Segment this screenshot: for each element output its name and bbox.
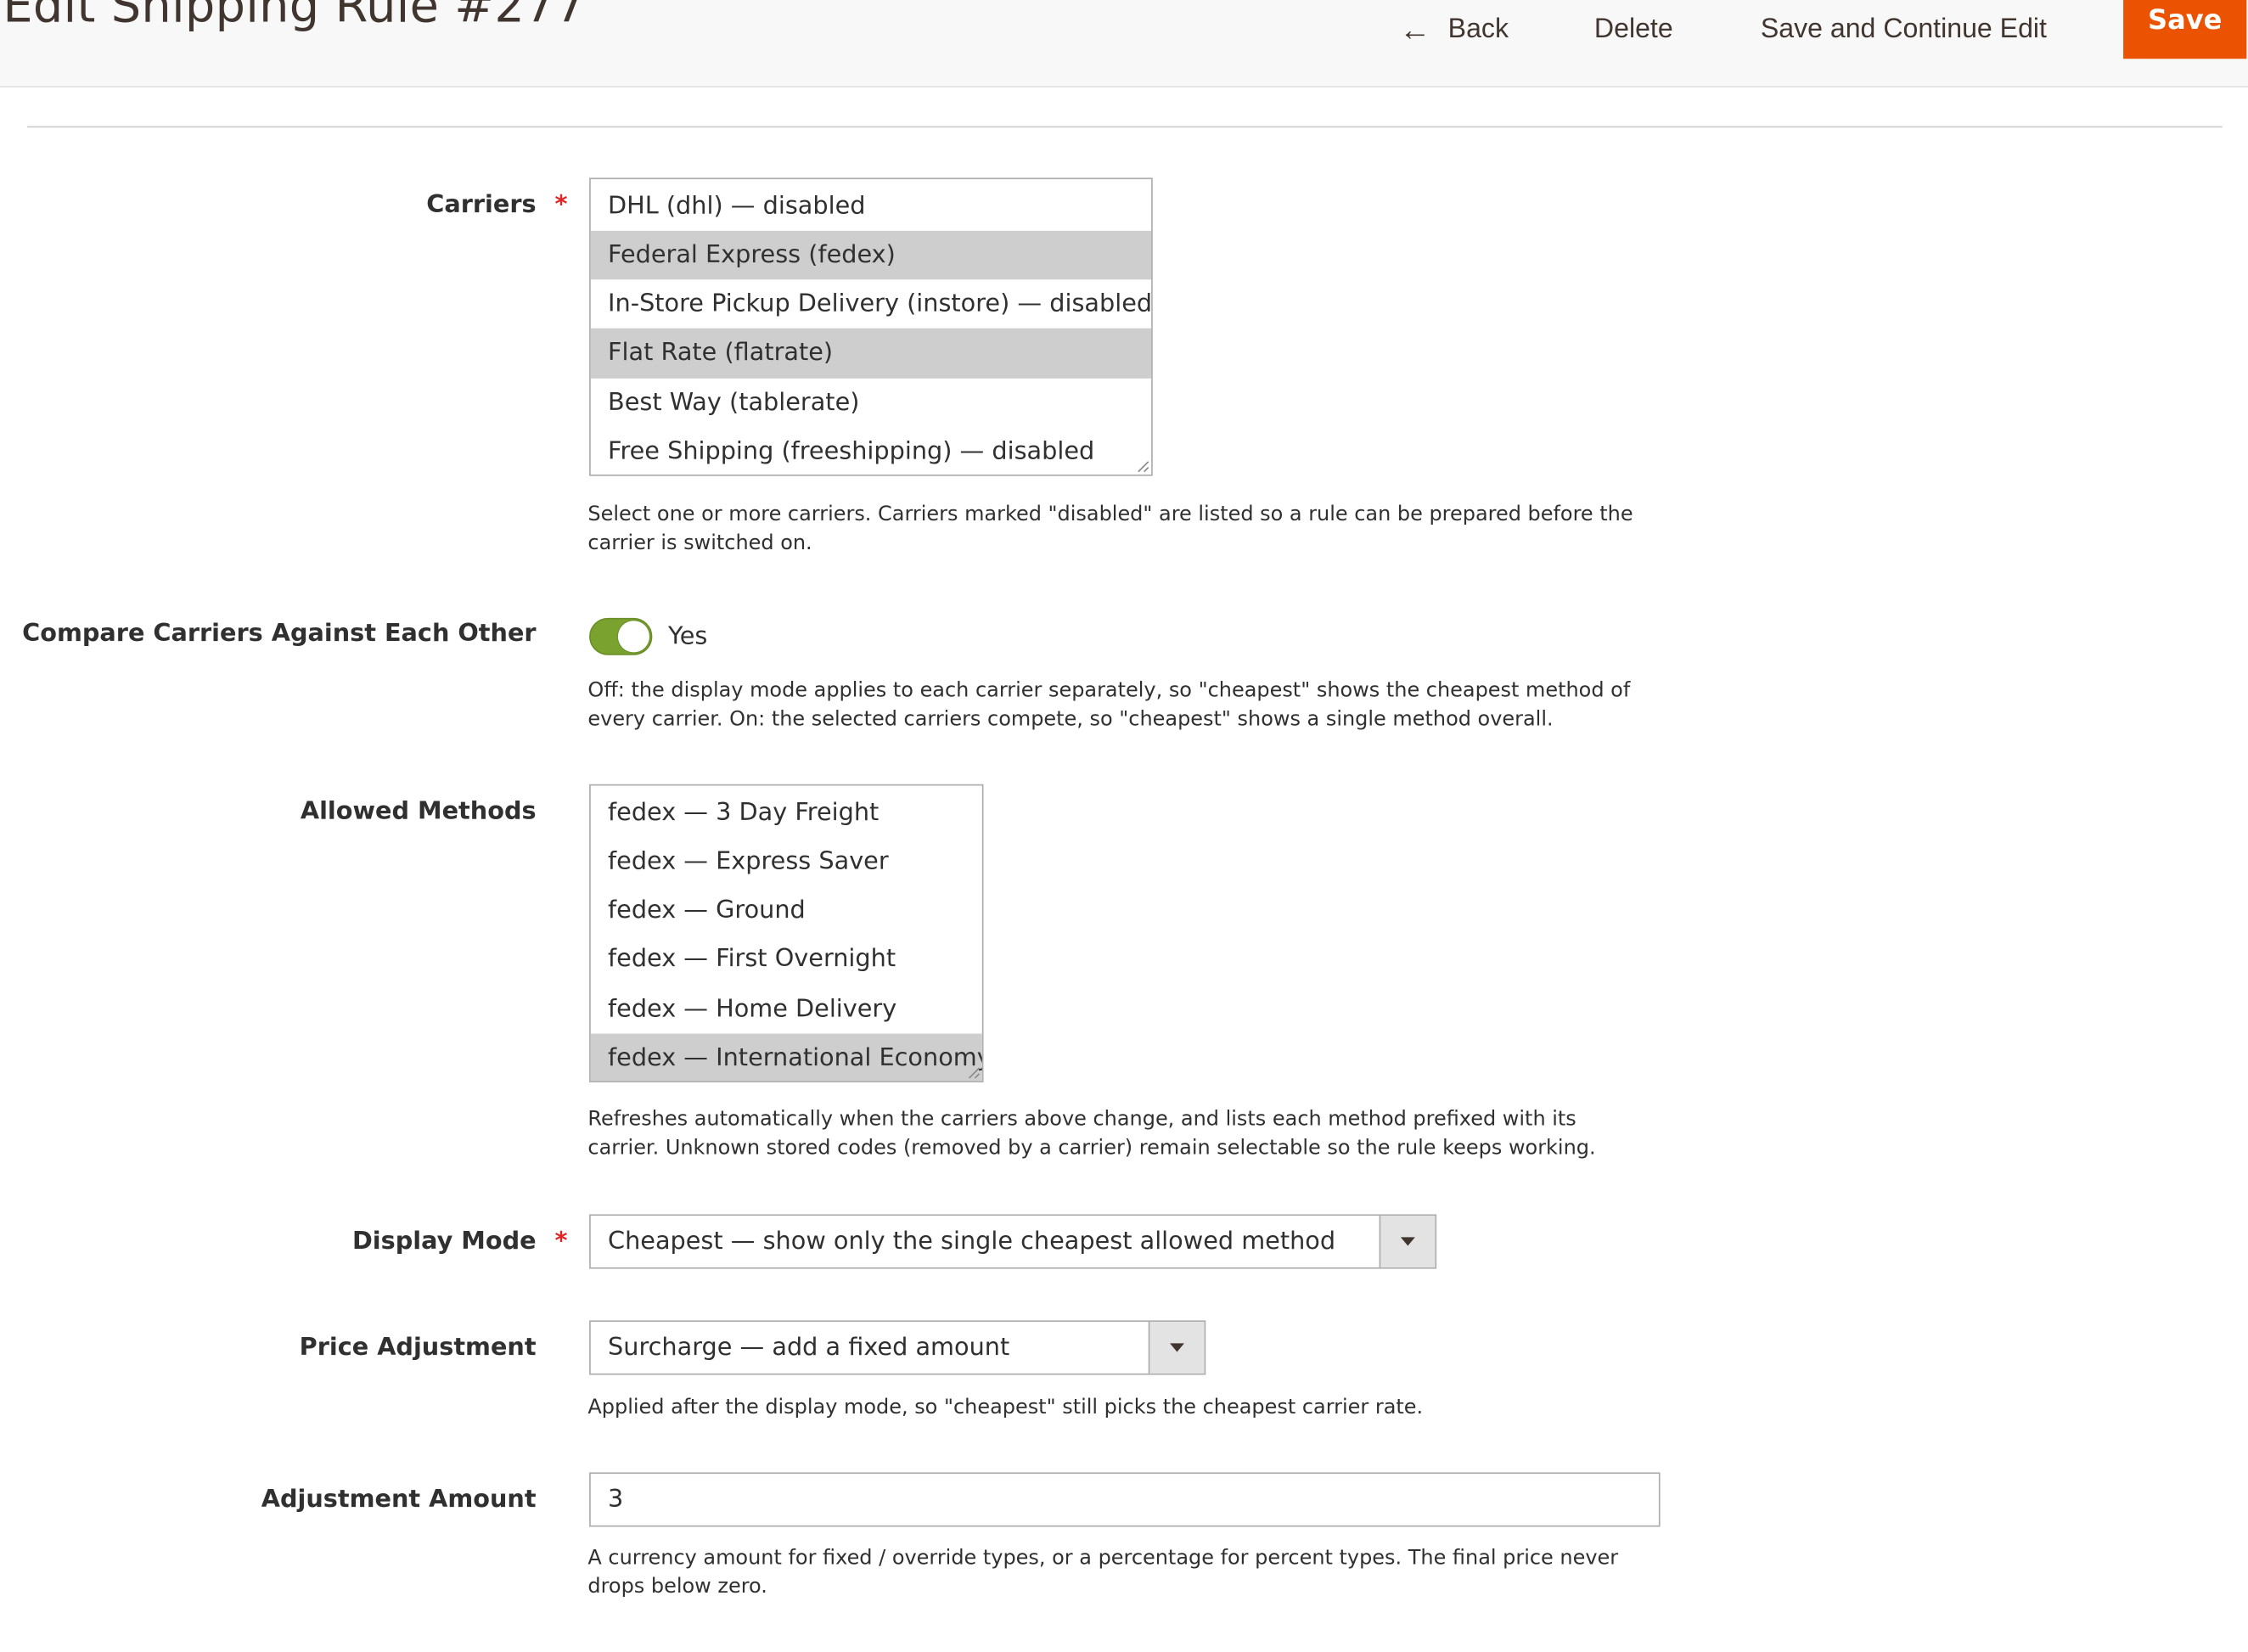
- back-button[interactable]: ← Back: [1399, 0, 1509, 59]
- resize-grip-icon[interactable]: [1136, 458, 1150, 473]
- carrier-option[interactable]: DHL (dhl) — disabled: [591, 182, 1151, 231]
- allowed-method-option[interactable]: fedex — Ground: [591, 886, 982, 936]
- allowed-methods-note: Refreshes automatically when the carrier…: [587, 1108, 1596, 1160]
- adjustment-amount-label: Adjustment Amount: [261, 1485, 537, 1514]
- compare-carriers-value: Yes: [667, 621, 708, 651]
- allowed-method-option[interactable]: fedex — First Overnight: [591, 936, 982, 985]
- page-header: Edit Shipping Rule #277 ← Back Delete Sav…: [0, 0, 2248, 88]
- allowed-method-option[interactable]: fedex — 3 Day Freight: [591, 788, 982, 837]
- price-adjustment-note: Applied after the display mode, so "chea…: [587, 1396, 1424, 1419]
- display-mode-required-mark: *: [554, 1227, 568, 1256]
- price-adjustment-label: Price Adjustment: [299, 1333, 537, 1363]
- arrow-left-icon: ←: [1399, 10, 1431, 47]
- display-mode-value: Cheapest — show only the single cheapest…: [608, 1227, 1336, 1256]
- compare-carriers-note: Off: the display mode applies to each ca…: [587, 679, 1631, 731]
- carrier-option[interactable]: Flat Rate (flatrate): [590, 329, 1152, 379]
- save-button[interactable]: Save: [2123, 0, 2247, 59]
- allowed-method-option[interactable]: fedex — International Economy: [590, 1033, 982, 1082]
- carriers-multiselect[interactable]: DHL (dhl) — disabled Federal Express (fed…: [589, 177, 1153, 476]
- carriers-label: Carriers: [426, 190, 537, 220]
- carrier-option[interactable]: Best Way (tablerate): [591, 378, 1151, 427]
- allowed-method-option[interactable]: fedex — Home Delivery: [591, 985, 982, 1034]
- carrier-option[interactable]: In-Store Pickup Delivery (instore) — dis…: [591, 279, 1151, 329]
- section-divider: [27, 126, 2223, 128]
- carriers-required-mark: *: [554, 190, 568, 220]
- edit-shipping-rule-page: Edit Shipping Rule #277 ← Back Delete Sav…: [0, 0, 2248, 1652]
- display-mode-label: Display Mode: [351, 1227, 537, 1256]
- adjustment-amount-note: A currency amount for fixed / override t…: [587, 1547, 1619, 1599]
- compare-carriers-toggle[interactable]: [589, 617, 653, 655]
- delete-button[interactable]: Delete: [1594, 0, 1673, 59]
- allowed-methods-label: Allowed Methods: [300, 796, 537, 826]
- chevron-down-icon[interactable]: [1148, 1322, 1205, 1374]
- back-button-label: Back: [1447, 14, 1509, 44]
- compare-carriers-label: Compare Carriers Against Each Other: [22, 619, 537, 649]
- adjustment-amount-input[interactable]: [589, 1472, 1661, 1527]
- toggle-knob: [617, 621, 650, 653]
- price-adjustment-value: Surcharge — add a fixed amount: [608, 1333, 1010, 1363]
- resize-grip-icon[interactable]: [966, 1065, 981, 1080]
- carriers-note: Select one or more carriers. Carriers ma…: [587, 503, 1633, 554]
- allowed-methods-multiselect[interactable]: fedex — 3 Day Freight fedex — Express Sav…: [589, 784, 984, 1083]
- save-and-continue-button[interactable]: Save and Continue Edit: [1761, 0, 2047, 59]
- chevron-down-icon[interactable]: [1379, 1216, 1436, 1267]
- display-mode-select[interactable]: Cheapest — show only the single cheapest…: [589, 1214, 1437, 1269]
- allowed-method-option[interactable]: fedex — Express Saver: [591, 837, 982, 886]
- price-adjustment-select[interactable]: Surcharge — add a fixed amount: [589, 1320, 1206, 1375]
- carrier-option[interactable]: Federal Express (fedex): [590, 230, 1152, 280]
- page-title: Edit Shipping Rule #277: [3, 0, 586, 33]
- carrier-option[interactable]: Free Shipping (freeshipping) — disabled: [591, 427, 1151, 475]
